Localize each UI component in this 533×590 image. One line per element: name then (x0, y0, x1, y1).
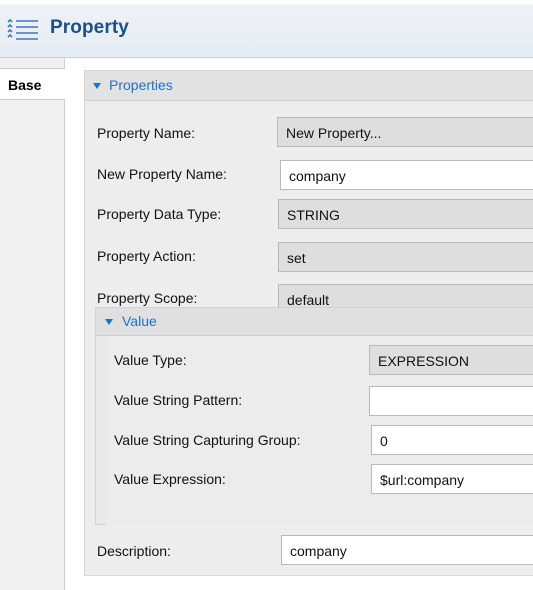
value-expression-label: Value Expression: (114, 471, 226, 487)
properties-panel: Properties Property Name: New Property..… (84, 70, 533, 576)
value-string-capturing-group-input[interactable]: 0 (371, 425, 533, 455)
property-action-label: Property Action: (97, 248, 196, 264)
caret-down-icon (93, 83, 101, 89)
value-panel: Value Value Type: EXPRESSION Value Strin… (95, 307, 533, 525)
value-section-body: Value Type: EXPRESSION Value String Patt… (106, 337, 533, 525)
value-string-pattern-label: Value String Pattern: (114, 392, 243, 408)
tab-strip: Base (0, 58, 66, 590)
property-data-type-label: Property Data Type: (97, 206, 222, 222)
property-data-type-field: STRING (278, 199, 533, 229)
page-title: Property (50, 17, 129, 38)
content-area: Properties Property Name: New Property..… (65, 58, 533, 590)
title-bar: Property (0, 0, 533, 58)
caret-down-icon (105, 319, 113, 325)
property-name-label: Property Name: (97, 125, 196, 141)
new-property-name-label: New Property Name: (97, 166, 227, 182)
value-type-field: EXPRESSION (369, 345, 533, 375)
properties-section-header[interactable]: Properties (85, 71, 533, 101)
tab-base[interactable]: Base (0, 68, 66, 100)
value-string-capturing-group-label: Value String Capturing Group: (114, 432, 301, 448)
description-input[interactable]: company (281, 535, 533, 565)
description-label: Description: (97, 543, 171, 559)
property-scope-label: Property Scope: (97, 290, 198, 306)
value-section-title: Value (122, 313, 157, 329)
value-section-header[interactable]: Value (96, 308, 533, 336)
value-type-label: Value Type: (114, 352, 187, 368)
value-string-pattern-input[interactable] (369, 386, 533, 416)
property-action-field: set (278, 242, 533, 272)
tab-base-label: Base (8, 77, 42, 93)
properties-section-title: Properties (109, 77, 173, 93)
new-property-name-input[interactable]: company (280, 160, 533, 190)
list-bullets-icon (7, 18, 38, 40)
property-name-field: New Property... (277, 117, 533, 147)
value-expression-input[interactable]: $url:company (371, 464, 533, 494)
